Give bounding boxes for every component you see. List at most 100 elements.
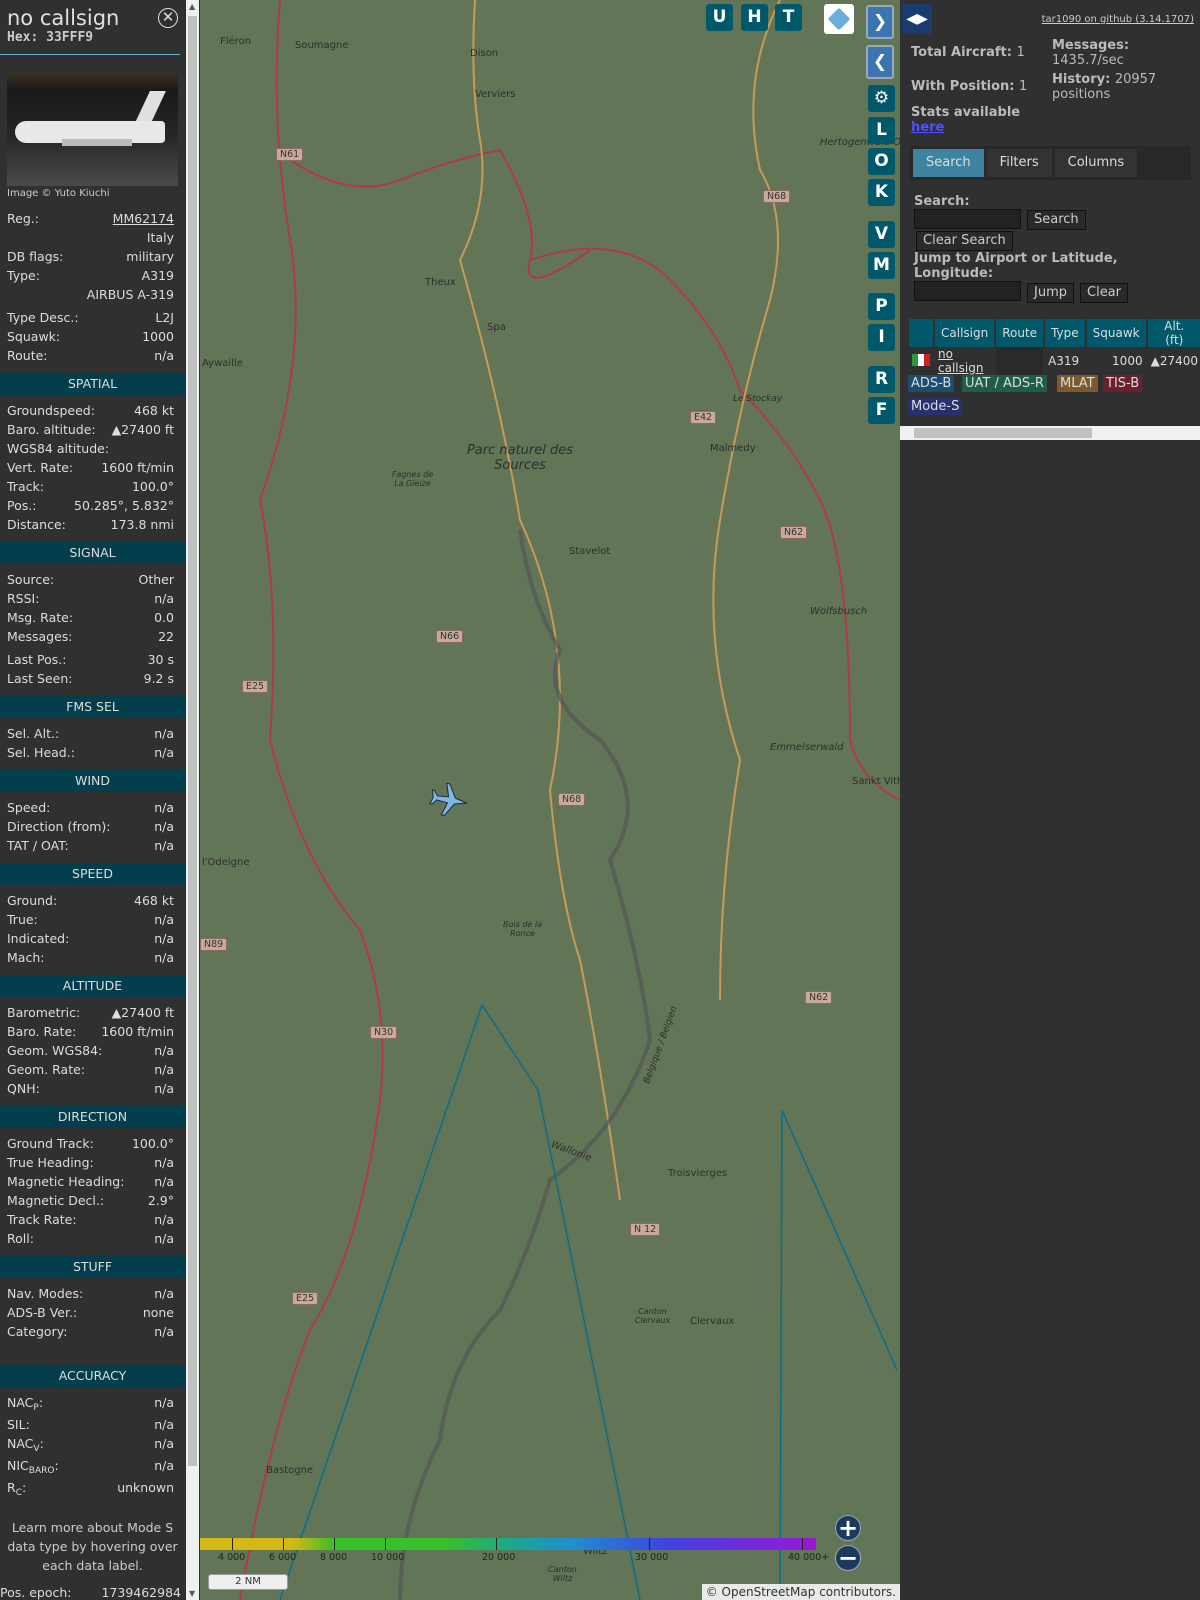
info-label[interactable]: Track:: [7, 477, 44, 496]
info-label[interactable]: True Heading:: [7, 1153, 94, 1172]
info-label[interactable]: Pos.:: [7, 496, 36, 515]
stats-link[interactable]: here: [911, 120, 944, 135]
jump-input[interactable]: [914, 281, 1021, 301]
info-label[interactable]: Vert. Rate:: [7, 458, 73, 477]
map-button-t[interactable]: T: [775, 4, 802, 31]
info-label[interactable]: Last Seen:: [7, 669, 72, 688]
clear-search-button[interactable]: Clear Search: [916, 231, 1013, 251]
col-flag[interactable]: [909, 319, 933, 347]
info-label[interactable]: RSSI:: [7, 589, 39, 608]
map-button-i[interactable]: I: [868, 324, 895, 351]
map-button-p[interactable]: P: [868, 293, 895, 320]
info-label[interactable]: QNH:: [7, 1079, 40, 1098]
info-row: Track Rate: n/a: [0, 1210, 185, 1229]
expand-panel-button[interactable]: ❯: [866, 5, 894, 39]
table-horizontal-scrollbar[interactable]: [900, 426, 1200, 440]
info-label[interactable]: WGS84 altitude:: [7, 439, 109, 458]
info-label[interactable]: Geom. WGS84:: [7, 1041, 102, 1060]
tab-filters[interactable]: Filters: [986, 149, 1052, 177]
section-stuff: STUFF: [0, 1256, 185, 1278]
registration-link[interactable]: MM62174: [113, 209, 174, 228]
info-value: ▲27400 ft: [111, 1005, 174, 1020]
osm-link[interactable]: OpenStreetMap: [722, 1585, 816, 1599]
info-label[interactable]: Magnetic Heading:: [7, 1172, 124, 1191]
map[interactable]: Fléron Soumagne Dison Verviers Theux Spa…: [200, 0, 900, 1600]
info-label[interactable]: Distance:: [7, 515, 66, 534]
col-route[interactable]: Route: [996, 319, 1044, 347]
info-label[interactable]: Groundspeed:: [7, 401, 95, 420]
info-label[interactable]: Baro. Rate:: [7, 1022, 76, 1041]
info-value: 468 kt: [134, 403, 174, 418]
info-label[interactable]: Magnetic Decl.:: [7, 1191, 104, 1210]
jump-button[interactable]: Jump: [1027, 283, 1074, 303]
map-button-f[interactable]: F: [868, 397, 895, 424]
tab-columns[interactable]: Columns: [1054, 149, 1138, 177]
map-button-r[interactable]: R: [868, 366, 895, 393]
info-value: n/a: [154, 912, 174, 927]
map-button-h[interactable]: H: [741, 4, 768, 31]
info-panel-scrollbar[interactable]: ▲ ▼: [186, 0, 199, 1600]
map-button-k[interactable]: K: [868, 179, 895, 206]
info-row: Msg. Rate: 0.0: [0, 608, 185, 627]
jump-label: Jump to Airport or Latitude, Longitude:: [914, 251, 1118, 281]
collapse-panel-button[interactable]: ❮: [866, 45, 894, 79]
info-label[interactable]: Source:: [7, 570, 54, 589]
map-label: Soumagne: [295, 40, 349, 51]
info-label[interactable]: ADS-B Ver.:: [7, 1303, 77, 1322]
col-alt[interactable]: Alt. (ft): [1147, 319, 1200, 347]
info-label[interactable]: Direction (from):: [7, 817, 111, 836]
stats-available: Stats available: [911, 105, 1021, 120]
info-row: Mach: n/a: [0, 948, 185, 967]
road-shield: N62: [805, 991, 833, 1004]
info-label[interactable]: Messages:: [7, 627, 73, 646]
map-button-l[interactable]: L: [868, 117, 895, 144]
zoom-in-button[interactable]: +: [835, 1515, 861, 1541]
map-button-v[interactable]: V: [868, 221, 895, 248]
info-value: n/a: [154, 726, 174, 741]
info-label[interactable]: Mach:: [7, 948, 44, 967]
info-label[interactable]: Baro. altitude:: [7, 420, 96, 439]
table-row[interactable]: no callsign A319 1000 ▲27400: [909, 347, 1200, 375]
info-label[interactable]: Speed:: [7, 798, 50, 817]
map-button-o[interactable]: O: [868, 148, 895, 175]
zoom-out-button[interactable]: −: [835, 1545, 861, 1571]
tab-search[interactable]: Search: [913, 149, 984, 177]
info-label[interactable]: Sel. Head.:: [7, 743, 75, 762]
clear-jump-button[interactable]: Clear: [1080, 283, 1128, 303]
map-button-u[interactable]: U: [706, 4, 733, 31]
road-shield: N61: [276, 148, 304, 161]
altitude-color-bar: [200, 1538, 816, 1550]
settings-button[interactable]: ⚙: [868, 85, 895, 112]
info-label[interactable]: Ground Track:: [7, 1134, 94, 1153]
map-button-m[interactable]: M: [868, 252, 895, 279]
col-type[interactable]: Type: [1045, 319, 1085, 347]
info-label[interactable]: Track Rate:: [7, 1210, 77, 1229]
info-label[interactable]: TAT / OAT:: [7, 836, 69, 855]
info-label[interactable]: True:: [7, 910, 38, 929]
col-squawk[interactable]: Squawk: [1086, 319, 1146, 347]
colorbar-tick: [232, 1538, 233, 1550]
col-callsign[interactable]: Callsign: [935, 319, 995, 347]
github-link[interactable]: tar1090 on github (3.14.1707): [1042, 14, 1194, 25]
info-label[interactable]: Ground:: [7, 891, 57, 910]
info-label[interactable]: Last Pos.:: [7, 650, 66, 669]
search-button[interactable]: Search: [1027, 210, 1086, 230]
info-label[interactable]: Category:: [7, 1322, 67, 1341]
section-wind: WIND: [0, 770, 185, 792]
info-label[interactable]: Geom. Rate:: [7, 1060, 85, 1079]
info-label[interactable]: Msg. Rate:: [7, 608, 73, 627]
info-label[interactable]: Indicated:: [7, 929, 69, 948]
info-label[interactable]: Sel. Alt.:: [7, 724, 59, 743]
info-label[interactable]: Barometric:: [7, 1003, 80, 1022]
aircraft-photo[interactable]: [7, 73, 178, 186]
info-label[interactable]: Roll:: [7, 1229, 34, 1248]
row-callsign[interactable]: no callsign: [938, 347, 983, 375]
section-direction: DIRECTION: [0, 1106, 185, 1128]
layers-button[interactable]: [824, 4, 854, 34]
search-input[interactable]: [914, 209, 1021, 229]
toggle-sidebar-button[interactable]: ◀▶: [902, 4, 932, 34]
map-label: Theux: [425, 277, 456, 288]
close-icon[interactable]: ✕: [158, 8, 178, 28]
map-label: Aywaille: [202, 358, 243, 369]
info-label[interactable]: Nav. Modes:: [7, 1284, 83, 1303]
